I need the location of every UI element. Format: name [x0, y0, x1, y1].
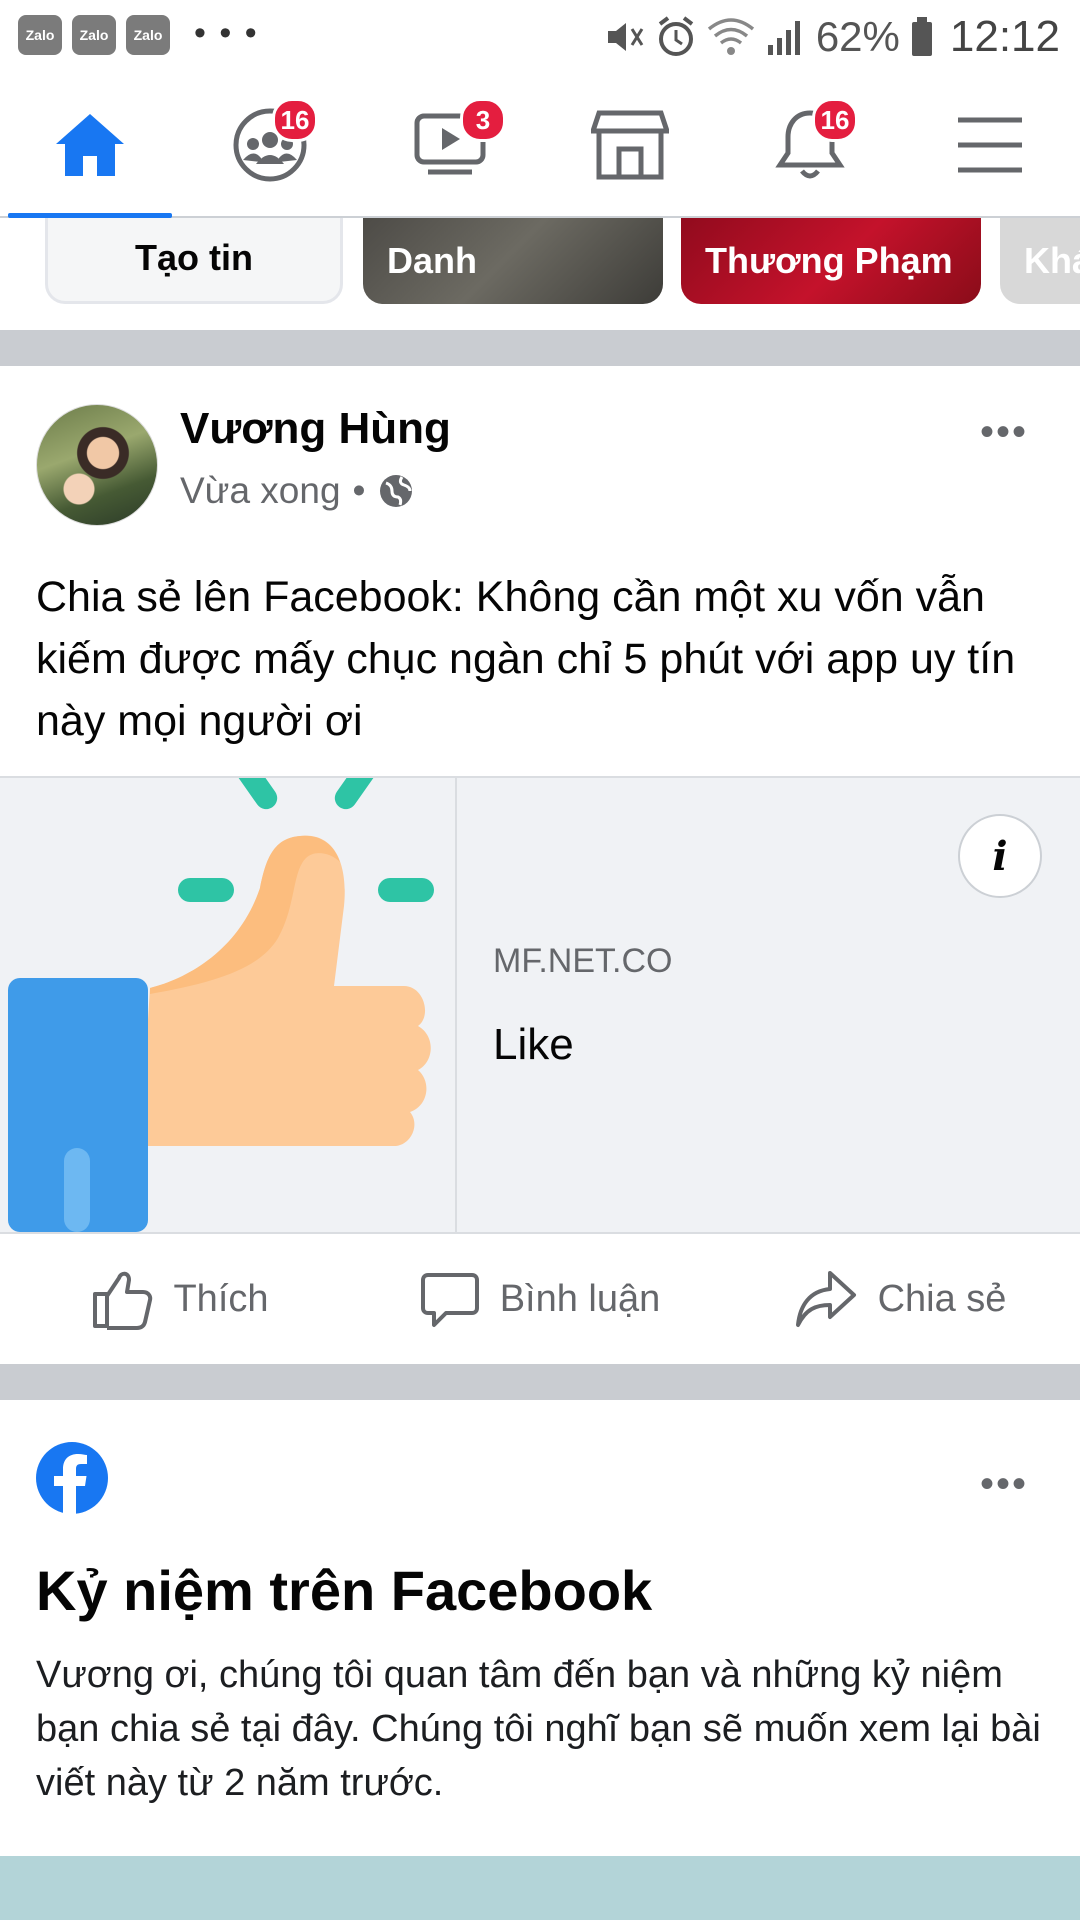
groups-badge: 16 — [272, 98, 318, 142]
nav-groups-tab[interactable]: 16 — [180, 74, 360, 216]
comment-button[interactable]: Bình luận — [360, 1234, 720, 1364]
story-name: Thương Phạm — [705, 240, 953, 281]
memories-text: Vương ơi, chúng tôi quan tâm đến bạn và … — [36, 1654, 1041, 1804]
zalo-notification-icon: Zalo — [126, 15, 170, 55]
share-button[interactable]: Chia sẻ — [720, 1234, 1080, 1364]
nav-menu-tab[interactable] — [900, 74, 1080, 216]
post-time[interactable]: Vừa xong — [180, 470, 341, 512]
thumbs-up-illustration — [8, 778, 434, 1232]
alarm-icon — [658, 16, 694, 56]
link-preview-card[interactable]: i MF.NET.CO Like — [0, 776, 1080, 1234]
memory-preview[interactable] — [0, 1856, 1080, 1920]
post-author[interactable]: Vương Hùng — [180, 404, 451, 454]
watch-badge: 3 — [460, 98, 506, 142]
comment-icon — [420, 1273, 479, 1327]
link-thumbnail — [0, 778, 457, 1232]
zalo-notification-icon: Zalo — [18, 15, 62, 55]
share-label: Chia sẻ — [877, 1277, 1007, 1320]
menu-icon — [958, 117, 1022, 173]
feed-divider — [0, 1364, 1080, 1400]
memory-options-button[interactable]: ••• — [980, 1464, 1028, 1504]
link-domain: MF.NET.CO — [493, 942, 673, 980]
author-avatar[interactable] — [36, 404, 158, 526]
thumbs-up-icon — [93, 1271, 153, 1330]
battery-icon — [911, 17, 932, 56]
feed-divider — [0, 330, 1080, 366]
notifications-badge: 16 — [812, 98, 858, 142]
story-name: Danh — [387, 240, 477, 281]
post-meta: Vừa xong • — [180, 470, 414, 512]
stories-row: Tạo tin Danh Thương Phạm Khá — [0, 218, 1080, 330]
story-name: Khá — [1024, 240, 1080, 281]
like-button[interactable]: Thích — [0, 1234, 360, 1364]
nav-watch-tab[interactable]: 3 — [360, 74, 540, 216]
globe-icon — [379, 475, 412, 507]
story-card[interactable]: Thương Phạm — [681, 218, 981, 304]
signal-icon — [767, 21, 800, 55]
create-story-button[interactable]: Tạo tin — [45, 218, 343, 304]
clock: 12:12 — [949, 12, 1060, 61]
facebook-icon — [36, 1442, 108, 1514]
nav-notifications-tab[interactable]: 16 — [720, 74, 900, 216]
battery-percent: 62% — [815, 13, 900, 60]
post-actions: Thích Bình luận Chia sẻ — [0, 1234, 1080, 1364]
story-card[interactable]: Khá — [1000, 218, 1080, 304]
memories-title: Kỷ niệm trên Facebook — [36, 1559, 653, 1622]
post-options-button[interactable]: ••• — [980, 412, 1028, 452]
mute-icon — [607, 23, 644, 51]
nav-home-tab[interactable] — [0, 74, 180, 218]
nav-marketplace-tab[interactable] — [540, 74, 720, 216]
wifi-icon — [707, 18, 754, 55]
home-icon — [56, 114, 124, 176]
like-label: Thích — [173, 1277, 269, 1320]
store-icon — [591, 110, 669, 180]
link-title: Like — [493, 1020, 574, 1069]
status-bar: Zalo Zalo Zalo • • • 62% 12:12 — [0, 0, 1080, 74]
zalo-notification-icon: Zalo — [72, 15, 116, 55]
share-icon — [795, 1271, 856, 1327]
story-card[interactable]: Danh — [363, 218, 663, 304]
top-navigation-bar: 16 3 16 — [0, 74, 1080, 218]
comment-label: Bình luận — [499, 1277, 661, 1320]
info-button[interactable]: i — [958, 814, 1042, 898]
create-story-label: Tạo tin — [135, 237, 253, 278]
more-notifications-icon: • • • — [194, 14, 259, 52]
meta-separator: • — [352, 470, 366, 511]
post-text: Chia sẻ lên Facebook: Không cần một xu v… — [36, 573, 1016, 745]
